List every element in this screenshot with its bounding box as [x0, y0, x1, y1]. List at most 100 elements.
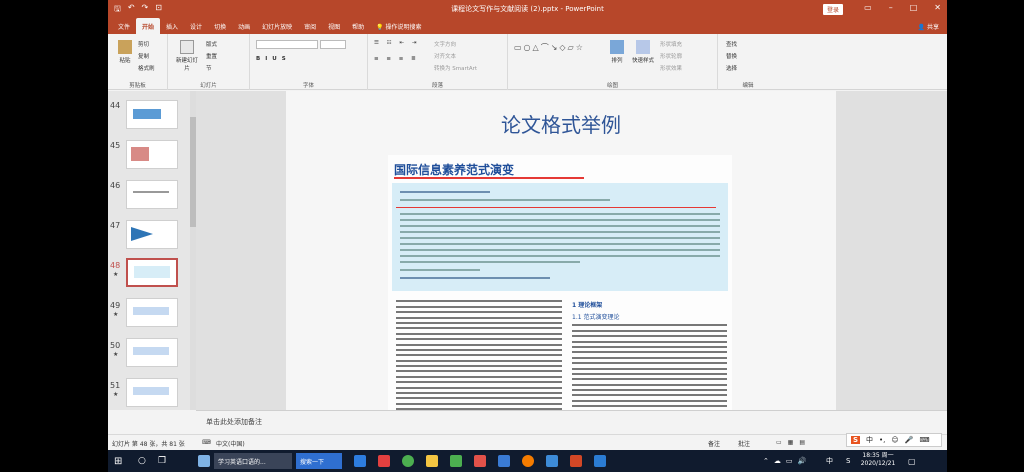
tab-help[interactable]: 帮助	[346, 18, 370, 34]
animation-star: ★	[113, 271, 119, 278]
text-direction-button[interactable]: 文字方向	[434, 40, 456, 48]
tab-slideshow[interactable]: 幻灯片放映	[256, 18, 298, 34]
title-bar: 🖫 ↶ ↷ ⊡ 课程论文写作与文献阅读 (2).pptx - PowerPoin…	[108, 0, 947, 18]
app-icon[interactable]	[498, 455, 510, 467]
arrange-icon	[610, 40, 624, 54]
tab-animations[interactable]: 动画	[232, 18, 256, 34]
slide-thumbnail-46[interactable]	[126, 180, 178, 209]
slide-thumbnail-47[interactable]	[126, 220, 178, 249]
slide-thumbnail-50[interactable]	[126, 338, 178, 367]
paste-button[interactable]: 粘贴	[112, 40, 138, 64]
animation-star: ★	[113, 311, 119, 318]
tray-icons[interactable]: ⌃☁▭🔊	[763, 453, 811, 469]
login-button[interactable]: 登录	[822, 4, 843, 15]
tab-transitions[interactable]: 切换	[208, 18, 232, 34]
replace-button[interactable]: 替换	[726, 52, 737, 60]
keyboard-icon[interactable]: ⌨	[919, 436, 929, 444]
minimize-icon[interactable]: –	[889, 3, 893, 12]
tab-file[interactable]: 文件	[112, 18, 136, 34]
slide-thumbnail-49[interactable]	[126, 298, 178, 327]
tab-design[interactable]: 设计	[184, 18, 208, 34]
font-format-buttons[interactable]: BIUS	[256, 56, 291, 62]
quick-styles-button[interactable]: 快速样式	[630, 40, 656, 64]
shape-fill-button[interactable]: 形状填充	[660, 40, 682, 48]
tab-insert[interactable]: 插入	[160, 18, 184, 34]
punctuation-icon[interactable]: •,	[879, 436, 885, 444]
tray-ime[interactable]: 中	[826, 453, 833, 469]
notes-button[interactable]: 备注	[708, 439, 720, 448]
close-icon[interactable]: ✕	[934, 3, 941, 12]
tab-view[interactable]: 视图	[322, 18, 346, 34]
select-button[interactable]: 选择	[726, 64, 737, 72]
ribbon: 粘贴 剪切 复制 格式刷 剪贴板 新建幻灯片 版式 重置 节 幻灯片 BIUS …	[108, 34, 947, 90]
powerpoint-taskbar-icon[interactable]	[570, 455, 582, 467]
app-icon[interactable]	[450, 455, 462, 467]
start-icon[interactable]: ⊞	[114, 453, 122, 469]
slide-title[interactable]: 论文格式举例	[286, 109, 836, 138]
align-text-button[interactable]: 对齐文本	[434, 52, 456, 60]
smartart-button[interactable]: 转换为 SmartArt	[434, 64, 477, 72]
ime-toolbar[interactable]: S 中 •, ☺ 🎤 ⌨	[846, 433, 942, 447]
animation-star: ★	[113, 351, 119, 358]
notes-pane[interactable]: 单击此处添加备注	[196, 410, 947, 434]
slide-thumbnail-44[interactable]	[126, 100, 178, 129]
shape-outline-button[interactable]: 形状轮廓	[660, 52, 682, 60]
find-button[interactable]: 查找	[726, 40, 737, 48]
app-icon[interactable]	[474, 455, 486, 467]
task-view-icon[interactable]: ❐	[158, 453, 166, 469]
clock[interactable]: 18:35 周一 2020/12/21	[856, 452, 900, 470]
copy-button[interactable]: 复制	[138, 52, 149, 60]
format-painter-button[interactable]: 格式刷	[138, 64, 155, 72]
red-underline	[394, 177, 584, 179]
shapes-gallery[interactable]: ▭○△⌒↘◇▱☆	[514, 42, 585, 53]
app-icon[interactable]	[594, 455, 606, 467]
notification-icon[interactable]: ▢	[908, 453, 916, 469]
slide-number: 49	[110, 301, 121, 310]
current-slide[interactable]: 论文格式举例 国际信息素养范式演变 1 理论框架 1.1 范式演变理论	[286, 91, 836, 410]
mic-icon[interactable]: 🎤	[905, 436, 914, 444]
align-buttons[interactable]: ≡ ≡ ≡ ≣	[374, 56, 419, 62]
reset-button[interactable]: 重置	[206, 52, 217, 60]
share-button[interactable]: 👤 共享	[918, 22, 939, 31]
paper-image[interactable]: 国际信息素养范式演变 1 理论框架 1.1 范式演变理论	[388, 155, 732, 410]
app-icon[interactable]	[402, 455, 414, 467]
app-icon[interactable]	[378, 455, 390, 467]
ime-language[interactable]: 中	[866, 435, 873, 445]
app-icon[interactable]	[198, 455, 210, 467]
tab-review[interactable]: 审阅	[298, 18, 322, 34]
comments-button[interactable]: 批注	[738, 439, 750, 448]
taskbar-search-box[interactable]: 搜索一下	[296, 453, 342, 469]
ribbon-display-icon[interactable]: ▭	[864, 3, 872, 12]
quick-styles-icon	[636, 40, 650, 54]
tell-me-search[interactable]: 💡 操作说明搜索	[370, 18, 427, 34]
new-slide-button[interactable]: 新建幻灯片	[174, 40, 200, 72]
app-icon[interactable]	[546, 455, 558, 467]
maximize-icon[interactable]: □	[910, 3, 918, 12]
edge-icon[interactable]	[354, 455, 366, 467]
search-icon[interactable]: ○	[138, 453, 146, 469]
status-bar: 幻灯片 第 48 张，共 81 张 ⌨ 中文(中国) 备注 批注 ▭▦▤	[108, 434, 947, 450]
paragraph-group-label: 段落	[431, 83, 443, 89]
layout-button[interactable]: 版式	[206, 40, 217, 48]
list-buttons[interactable]: ☰ ☷ ⇤ ⇥	[374, 40, 419, 46]
tab-home[interactable]: 开始	[136, 18, 161, 34]
tray-app-icon[interactable]: S	[846, 453, 850, 469]
file-explorer-icon[interactable]	[426, 455, 438, 467]
view-buttons[interactable]: ▭▦▤	[776, 439, 811, 446]
firefox-icon[interactable]	[522, 455, 534, 467]
arrange-button[interactable]: 排列	[604, 40, 630, 64]
slide-thumbnail-48[interactable]	[126, 258, 178, 287]
language-indicator[interactable]: 中文(中国)	[216, 439, 245, 448]
shape-effects-button[interactable]: 形状效果	[660, 64, 682, 72]
lightbulb-icon: 💡	[376, 24, 386, 31]
slide-thumbnail-51[interactable]	[126, 378, 178, 407]
spellcheck-icon[interactable]: ⌨	[202, 439, 211, 446]
cut-button[interactable]: 剪切	[138, 40, 149, 48]
emoji-icon[interactable]: ☺	[891, 436, 898, 444]
font-size-select[interactable]	[320, 40, 346, 49]
new-slide-icon	[180, 40, 194, 54]
slide-thumbnail-45[interactable]	[126, 140, 178, 169]
section-button[interactable]: 节	[206, 64, 212, 72]
font-family-select[interactable]	[256, 40, 318, 49]
taskbar-app-study[interactable]: 学习英语口语的...	[214, 453, 292, 469]
